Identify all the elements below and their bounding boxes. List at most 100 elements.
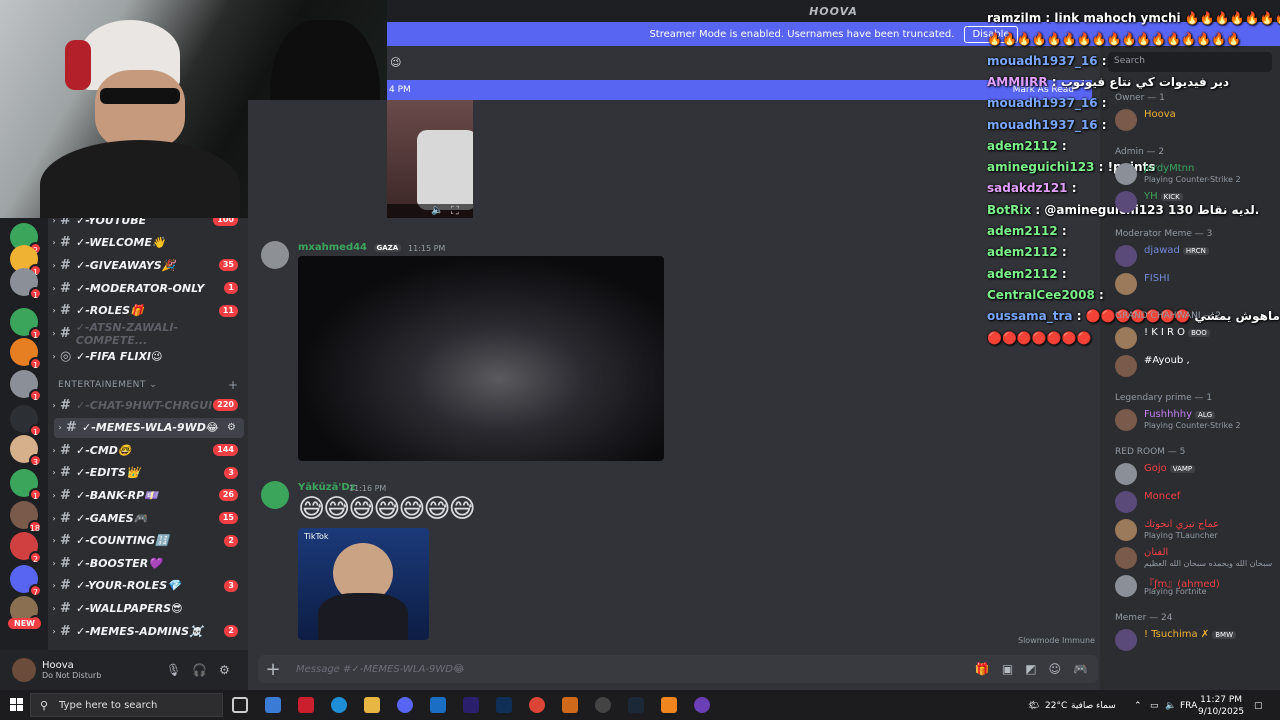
channel-item[interactable]: › # ✓-MEMES-WLA-9WD😂 ⚙ xyxy=(54,417,244,438)
clock[interactable]: 11:27 PM 9/10/2025 xyxy=(1198,694,1244,718)
gift-icon[interactable]: 🎁 xyxy=(975,662,990,676)
chevron-up-icon[interactable]: ⌃ xyxy=(1134,701,1142,711)
taskbar-search[interactable]: ⚲ Type here to search xyxy=(30,693,223,717)
app-icon[interactable] xyxy=(562,697,578,713)
sticker-icon[interactable]: ◩ xyxy=(1025,662,1036,676)
channel-item[interactable]: › # ✓-YOUR-ROLES💎 3 xyxy=(48,576,248,596)
channel-item[interactable]: › # ✓-GIVEAWAYS🎉 35 xyxy=(48,255,248,275)
channel-settings-icon[interactable]: ⚙ xyxy=(227,422,236,433)
category-entertainement[interactable]: ENTERTAINEMENT ⌄ xyxy=(58,380,157,390)
app-icon[interactable] xyxy=(694,697,710,713)
channel-item[interactable]: › # ✓-BANK-RP💷 26 xyxy=(48,485,248,505)
member-item[interactable]: ! Tsuchima ✗ BMW xyxy=(1115,627,1275,653)
temperature[interactable]: 22°C xyxy=(1045,701,1067,711)
member-item[interactable]: Hoova xyxy=(1115,107,1275,133)
volume-icon[interactable]: 🔈 xyxy=(431,205,443,216)
video-embed[interactable] xyxy=(298,256,664,461)
member-item[interactable]: djawad HRCN xyxy=(1115,243,1275,269)
server-icon[interactable]: 1 xyxy=(10,370,42,402)
apps-icon[interactable]: 🎮 xyxy=(1073,662,1088,676)
weather-icon[interactable]: 🌤 xyxy=(1028,701,1039,711)
server-icon[interactable]: 1 xyxy=(10,338,42,370)
server-icon[interactable]: 2 xyxy=(10,532,42,564)
add-channel-icon[interactable]: + xyxy=(228,378,238,392)
channel-item[interactable]: › # ✓-MODERATOR-ONLY 1 xyxy=(48,278,248,298)
tiktok-embed[interactable]: TikTok xyxy=(298,528,429,640)
channel-item[interactable]: › # ✓-ATSN-ZAWALI-COMPETE... xyxy=(48,321,248,347)
steam-icon[interactable] xyxy=(628,697,644,713)
message-author[interactable]: mxahmed44 GAZA xyxy=(298,242,402,253)
emoji-icon[interactable]: ☺ xyxy=(1049,662,1062,676)
new-pill[interactable]: NEW xyxy=(8,618,41,629)
task-view-icon[interactable] xyxy=(232,697,248,713)
member-item[interactable]: YH KICK xyxy=(1115,189,1275,215)
attach-plus-icon[interactable]: + xyxy=(258,659,288,680)
discord-avatar-icon[interactable] xyxy=(261,481,289,509)
unread-badge: 26 xyxy=(218,489,238,502)
member-item[interactable]: Gojo VAMP xyxy=(1115,461,1275,487)
search-input[interactable]: Search xyxy=(1108,52,1272,72)
discord-icon[interactable] xyxy=(397,697,413,713)
member-item[interactable]: ! K I R O BOO xyxy=(1115,325,1275,351)
weather-text[interactable]: سماء صافية xyxy=(1071,701,1116,711)
server-icon[interactable]: 1 xyxy=(10,268,42,300)
channel-item[interactable]: › # ✓-COUNTING🔢 2 xyxy=(48,531,248,551)
microphone-icon[interactable]: 🎙 xyxy=(166,663,181,677)
store-icon[interactable] xyxy=(265,697,281,713)
message-composer[interactable]: + Message #✓-MEMES-WLA-9WD😂 🎁 ▣ ◩ ☺ 🎮 xyxy=(258,655,1098,683)
channel-arrow-icon: › xyxy=(52,581,56,591)
channel-item[interactable]: › # ✓-CHAT-9HWT-CHRGUI 220 xyxy=(48,395,248,415)
avatar[interactable] xyxy=(12,658,36,682)
chrome-icon[interactable] xyxy=(529,697,545,713)
edge-icon[interactable] xyxy=(331,697,347,713)
server-icon[interactable]: 18 xyxy=(10,501,42,533)
member-item[interactable]: عماج تبزي انحوتك Playing TLauncher xyxy=(1115,517,1275,543)
premiere-icon[interactable] xyxy=(463,697,479,713)
channel-item[interactable]: › # ✓-ROLES🎁 11 xyxy=(48,301,248,321)
avatar[interactable] xyxy=(261,241,289,269)
adobe-icon[interactable] xyxy=(298,697,314,713)
channel-item[interactable]: › # ✓-EDITS👑 3 xyxy=(48,463,248,483)
message-author[interactable]: Yākūzā'Dz xyxy=(298,482,356,493)
unread-badge: 100 xyxy=(213,218,238,226)
message-input[interactable]: Message #✓-MEMES-WLA-9WD😂 xyxy=(296,664,465,675)
member-item[interactable]: Moncef xyxy=(1115,489,1275,515)
notification-icon[interactable]: ▢ xyxy=(1254,701,1263,711)
member-item[interactable]: #Ayoub , xyxy=(1115,353,1275,379)
member-name: #Ayoub , xyxy=(1144,355,1190,366)
member-item[interactable]: Fushhhhy ALG Playing Counter-Strike 2 xyxy=(1115,407,1275,433)
server-icon[interactable]: 1 xyxy=(10,469,42,501)
video-preview[interactable]: 🔈 ⛶ xyxy=(387,100,473,218)
language-indicator[interactable]: FRA xyxy=(1180,701,1197,711)
volume-icon[interactable]: 🔈 xyxy=(1165,701,1176,711)
channel-item[interactable]: › ◎ ✓-FIFA FLIXI😉 xyxy=(48,346,248,366)
server-icon[interactable]: 1 xyxy=(10,308,42,340)
gif-icon[interactable]: ▣ xyxy=(1002,662,1013,676)
channel-item[interactable]: › # ✓-WELCOME👋 xyxy=(48,233,248,253)
channel-item[interactable]: › # ✓-MEMES-ADMINS☠️ 2 xyxy=(48,621,248,641)
member-item[interactable]: 『ƒm』(ahmed) Playing Fortnite xyxy=(1115,573,1275,599)
fullscreen-icon[interactable]: ⛶ xyxy=(451,204,459,218)
channel-arrow-icon: › xyxy=(52,603,56,613)
app-icon[interactable] xyxy=(661,697,677,713)
outlook-icon[interactable] xyxy=(430,697,446,713)
gear-icon[interactable]: ⚙ xyxy=(219,663,230,677)
chat-username: mouadh1937_16 xyxy=(987,117,1098,132)
windows-start-icon[interactable] xyxy=(10,698,24,712)
channel-item[interactable]: › # ✓-CMD🤓 144 xyxy=(48,440,248,460)
member-item[interactable]: FISHI xyxy=(1115,271,1275,297)
channel-item[interactable]: › # ✓-YOUTUBE 100 xyxy=(48,218,248,230)
channel-item[interactable]: › # ✓-BOOSTER💜 xyxy=(48,553,248,573)
headphones-icon[interactable]: 🎧 xyxy=(192,663,207,677)
folder-icon[interactable] xyxy=(364,697,380,713)
member-item[interactable]: jordyMtnn Playing Counter-Strike 2 xyxy=(1115,161,1275,187)
member-item[interactable]: الفنان سبحان الله وبحمده سبحان الله العظي… xyxy=(1115,545,1275,571)
network-icon[interactable]: ▭ xyxy=(1150,701,1159,711)
photoshop-icon[interactable] xyxy=(496,697,512,713)
server-icon[interactable]: 7 xyxy=(10,565,42,597)
obs-icon[interactable] xyxy=(595,697,611,713)
channel-item[interactable]: › # ✓-GAMES🎮 15 xyxy=(48,508,248,528)
server-icon[interactable]: 3 xyxy=(10,435,42,467)
server-icon[interactable]: 1 xyxy=(10,405,42,437)
channel-item[interactable]: › # ✓-WALLPAPERS😎 xyxy=(48,598,248,618)
